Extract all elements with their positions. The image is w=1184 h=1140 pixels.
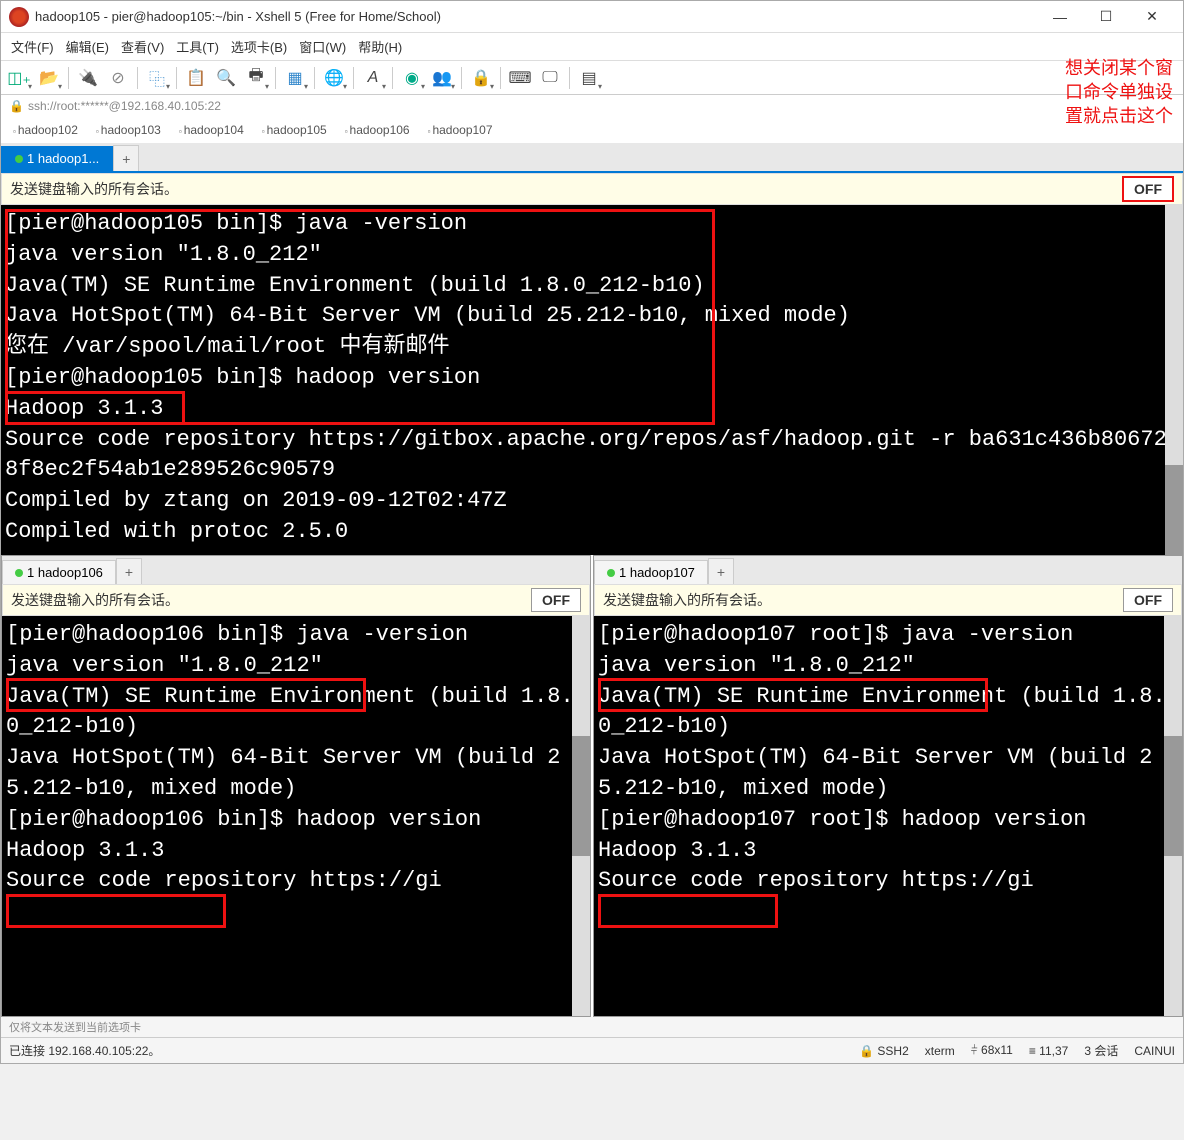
menu-file[interactable]: 文件(F) <box>5 33 60 60</box>
pane-tab-107[interactable]: 1 hadoop107 <box>594 560 708 584</box>
app-icon <box>9 7 29 27</box>
disconnect-icon[interactable]: ⊘ <box>104 64 132 92</box>
layout-icon[interactable]: ▦ <box>281 64 309 92</box>
terminal-105[interactable]: [pier@hadoop105 bin]$ java -version java… <box>1 205 1183 555</box>
menu-view[interactable]: 查看(V) <box>115 33 170 60</box>
address-bar[interactable]: 🔒 ssh://root:******@192.168.40.105:22 <box>1 95 1183 117</box>
font-icon[interactable]: A <box>359 64 387 92</box>
broadcast-text: 发送键盘输入的所有会话。 <box>10 179 1122 199</box>
menu-window[interactable]: 窗口(W) <box>293 33 352 60</box>
menu-tabs[interactable]: 选项卡(B) <box>225 33 293 60</box>
address-text: ssh://root:******@192.168.40.105:22 <box>28 99 221 113</box>
print-icon[interactable]: 🖶 <box>242 64 270 92</box>
session-tab-102[interactable]: ▫hadoop102 <box>5 120 86 140</box>
scrollbar-106[interactable] <box>572 616 590 1016</box>
broadcast-off-107[interactable]: OFF <box>1123 588 1173 612</box>
minimize-button[interactable]: — <box>1037 3 1083 31</box>
titlebar: hadoop105 - pier@hadoop105:~/bin - Xshel… <box>1 1 1183 33</box>
terminal-106[interactable]: [pier@hadoop106 bin]$ java -version java… <box>2 616 590 1016</box>
session-tab-106[interactable]: ▫hadoop106 <box>337 120 418 140</box>
menu-help[interactable]: 帮助(H) <box>352 33 408 60</box>
session-tab-105[interactable]: ▫hadoop105 <box>254 120 335 140</box>
status-term: xterm <box>925 1044 955 1058</box>
close-button[interactable]: ✕ <box>1129 3 1175 31</box>
pane-107-add-tab[interactable]: + <box>708 558 734 584</box>
main-tab-bar: 1 hadoop1... + <box>1 143 1183 173</box>
broadcast-off-106[interactable]: OFF <box>531 588 581 612</box>
pane-106-add-tab[interactable]: + <box>116 558 142 584</box>
pane-106: 1 hadoop106 + 发送键盘输入的所有会话。 OFF [pier@had… <box>1 555 591 1017</box>
menubar: 文件(F) 编辑(E) 查看(V) 工具(T) 选项卡(B) 窗口(W) 帮助(… <box>1 33 1183 61</box>
status-ime: CAINUI <box>1134 1044 1175 1058</box>
reconnect-icon[interactable]: 🔌 <box>74 64 102 92</box>
menu-tools[interactable]: 工具(T) <box>170 33 225 60</box>
session-tabs: ▫hadoop102 ▫hadoop103 ▫hadoop104 ▫hadoop… <box>1 117 1183 143</box>
new-session-icon[interactable]: ◫₊ <box>5 64 33 92</box>
statusbar: 已连接 192.168.40.105:22。 🔒 SSH2 xterm ⫩ 68… <box>1 1037 1183 1063</box>
session-tab-107[interactable]: ▫hadoop107 <box>420 120 501 140</box>
color-icon[interactable]: ◉ <box>398 64 426 92</box>
add-tab-button[interactable]: + <box>113 145 139 171</box>
lock-icon[interactable]: 🔒 <box>467 64 495 92</box>
keyboard-icon[interactable]: ⌨ <box>506 64 534 92</box>
status-connection: 已连接 192.168.40.105:22。 <box>9 1042 160 1059</box>
scrollbar-105[interactable] <box>1165 205 1183 555</box>
lock-small-icon: 🔒 <box>9 99 24 113</box>
toolbar: ◫₊ 📂 🔌 ⊘ ⿻ 📋 🔍 🖶 ▦ 🌐 A ◉ 👥 🔒 ⌨ 🖵 ▤ 想关闭某个… <box>1 61 1183 95</box>
globe-icon[interactable]: 🌐 <box>320 64 348 92</box>
main-tab-active[interactable]: 1 hadoop1... <box>1 146 113 171</box>
terminal-107[interactable]: [pier@hadoop107 root]$ java -version jav… <box>594 616 1182 1016</box>
maximize-button[interactable]: ☐ <box>1083 3 1129 31</box>
search-icon[interactable]: 🔍 <box>212 64 240 92</box>
properties-icon[interactable]: 📋 <box>182 64 210 92</box>
screen-icon[interactable]: 🖵 <box>536 64 564 92</box>
users-icon[interactable]: 👥 <box>428 64 456 92</box>
status-sessions: 3 会话 <box>1084 1042 1118 1059</box>
broadcast-off-button[interactable]: OFF <box>1122 176 1174 202</box>
broadcast-text-106: 发送键盘输入的所有会话。 <box>11 590 531 610</box>
broadcast-bar: 发送键盘输入的所有会话。 OFF <box>1 173 1183 205</box>
window-title: hadoop105 - pier@hadoop105:~/bin - Xshel… <box>35 9 1037 24</box>
copy-icon[interactable]: ⿻ <box>143 64 171 92</box>
pane-tab-106[interactable]: 1 hadoop106 <box>2 560 116 584</box>
pane-107: 1 hadoop107 + 发送键盘输入的所有会话。 OFF [pier@had… <box>593 555 1183 1017</box>
session-tab-104[interactable]: ▫hadoop104 <box>171 120 252 140</box>
grid-icon[interactable]: ▤ <box>575 64 603 92</box>
session-tab-103[interactable]: ▫hadoop103 <box>88 120 169 140</box>
menu-edit[interactable]: 编辑(E) <box>60 33 115 60</box>
broadcast-text-107: 发送键盘输入的所有会话。 <box>603 590 1123 610</box>
scrollbar-107[interactable] <box>1164 616 1182 1016</box>
annotation-text: 想关闭某个窗 口命令单独设 置就点击这个 <box>1065 56 1173 128</box>
status-pos: ≡ 11,37 <box>1029 1044 1068 1058</box>
status-note: 仅将文本发送到当前选项卡 <box>1 1017 1183 1037</box>
open-icon[interactable]: 📂 <box>35 64 63 92</box>
status-size: ⫩ 68x11 <box>971 1043 1013 1058</box>
status-ssh: 🔒 SSH2 <box>859 1044 909 1058</box>
